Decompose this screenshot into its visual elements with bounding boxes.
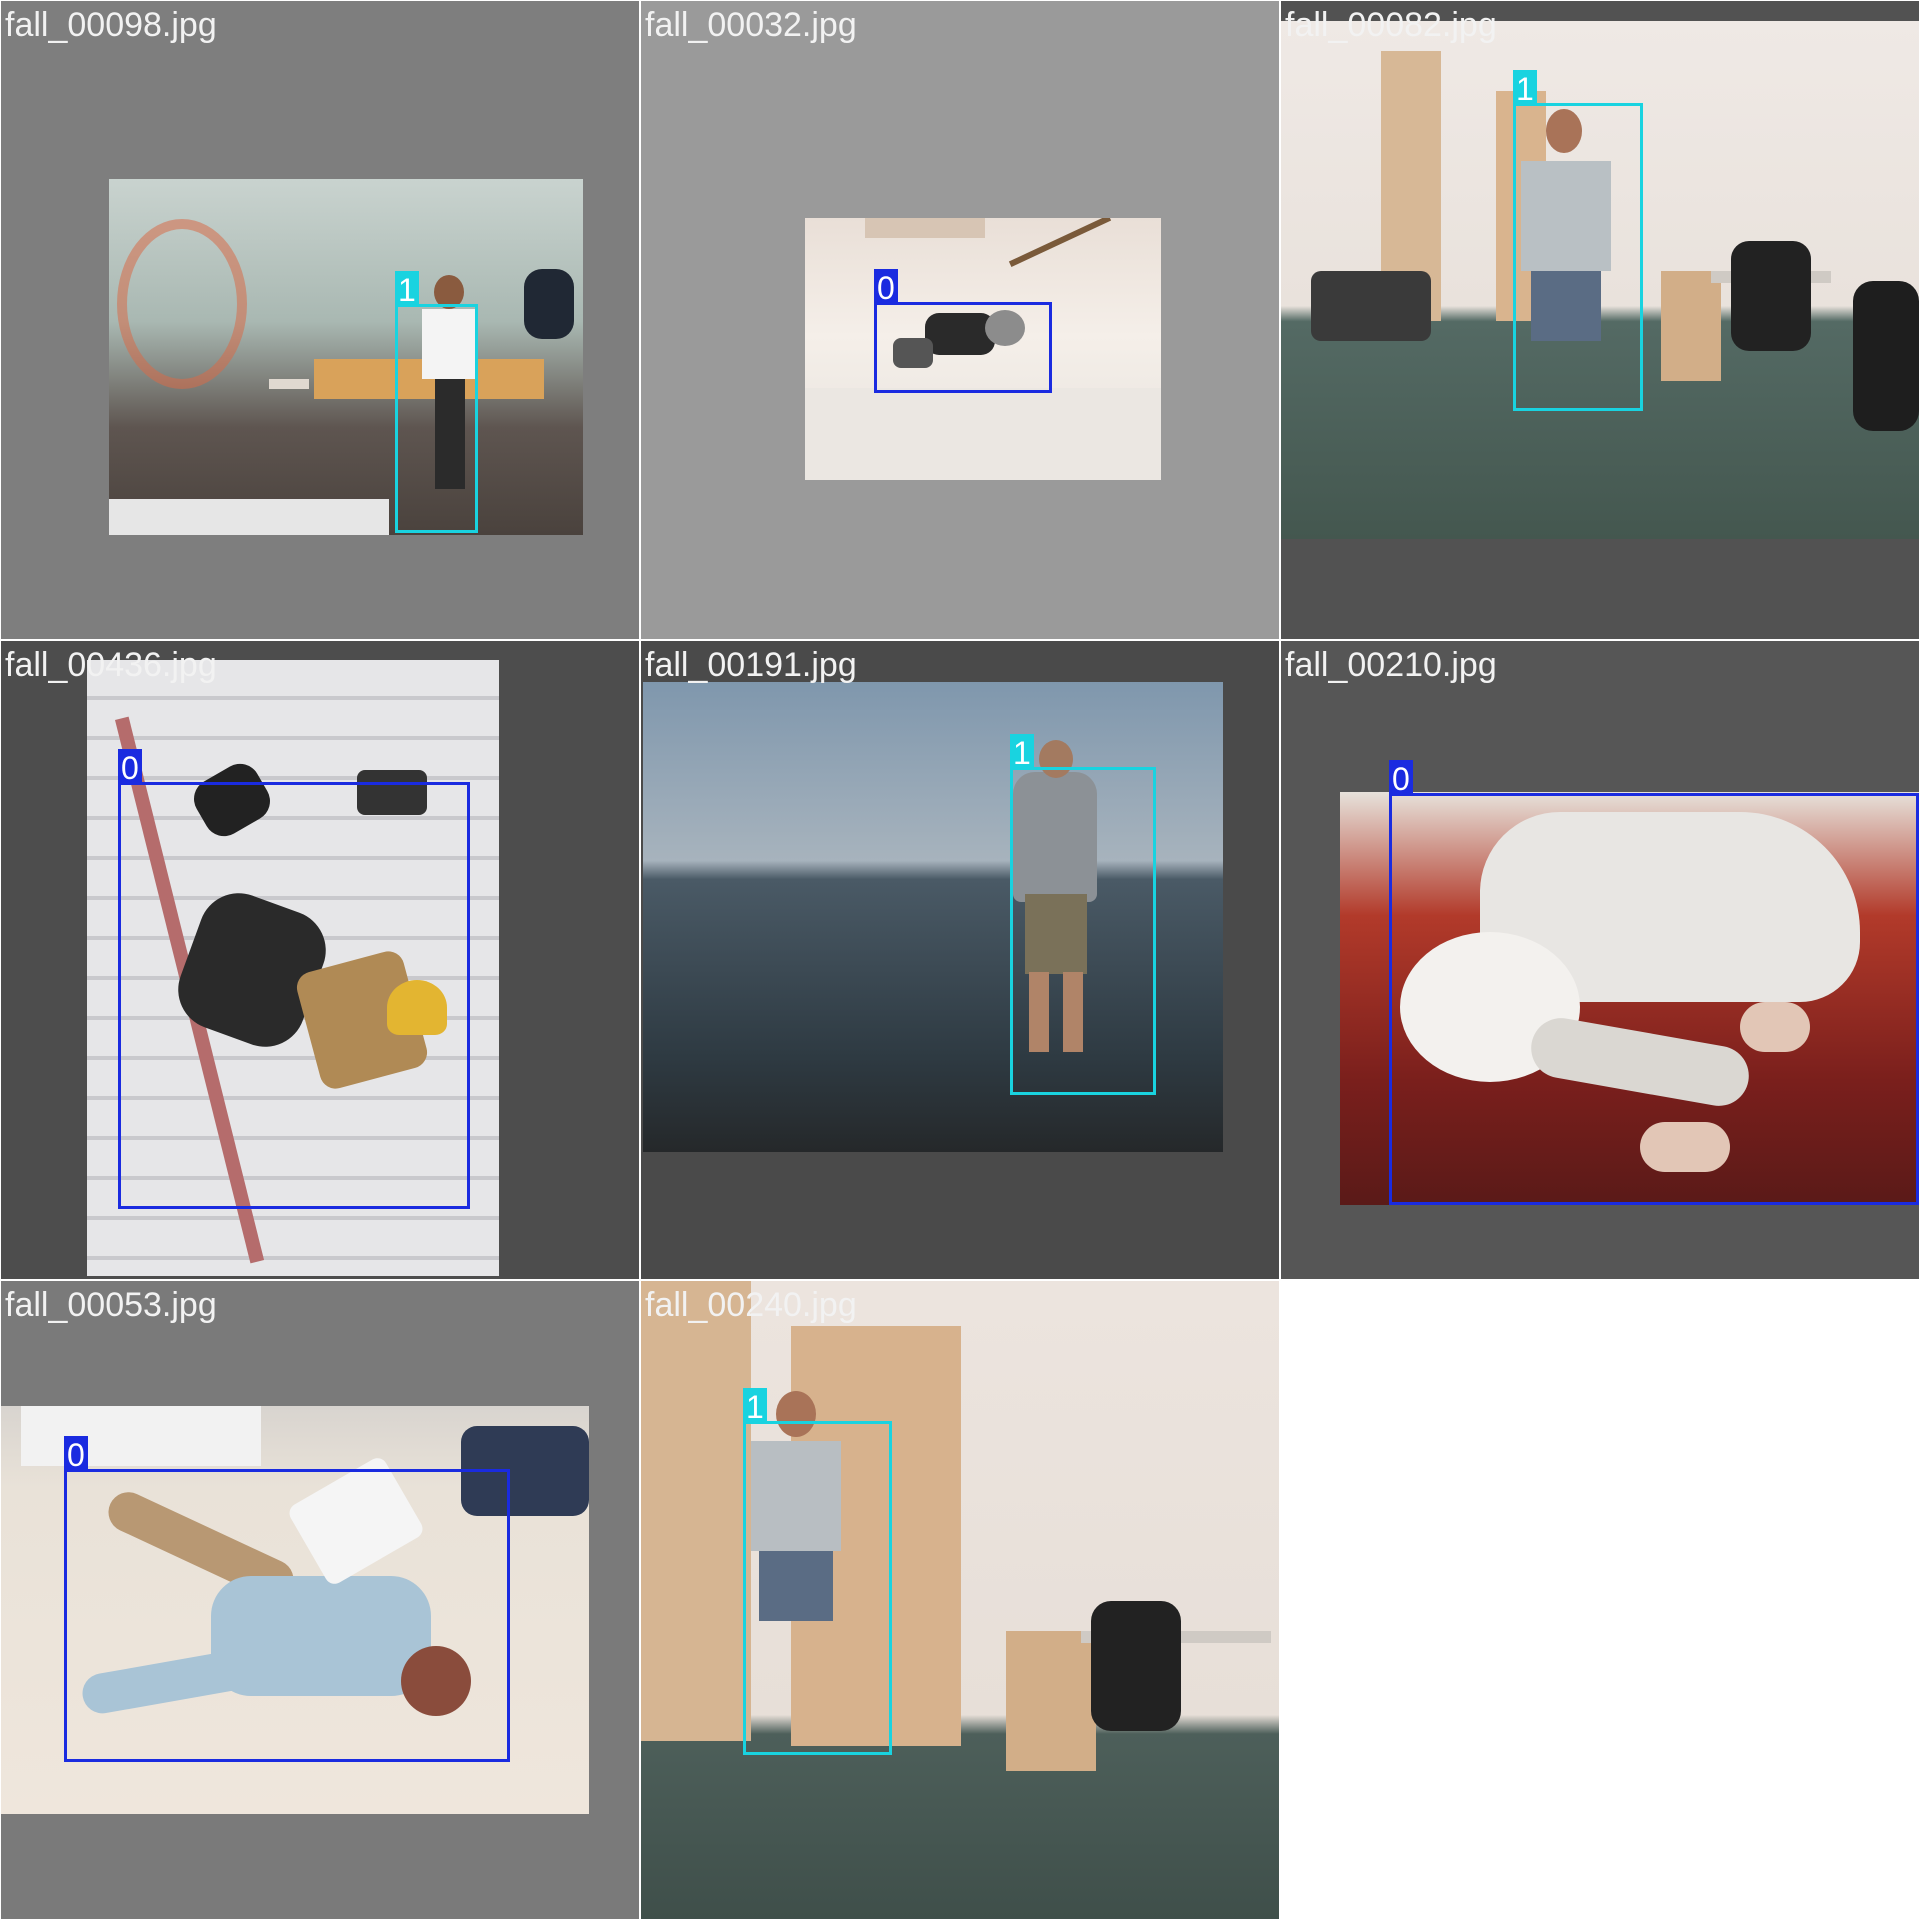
- mosaic-tile: 0 fall_00210.jpg: [1281, 641, 1919, 1279]
- class-label: 1: [1010, 734, 1034, 771]
- class-label: 1: [395, 271, 419, 308]
- detection-box-fallen: 0: [64, 1436, 510, 1762]
- empty-tile: [1281, 1281, 1919, 1919]
- detection-box-standing: 1: [1010, 734, 1156, 1095]
- tile-filename: fall_00053.jpg: [5, 1286, 217, 1324]
- mosaic-tile: 0 fall_00436.jpg: [1, 641, 639, 1279]
- mosaic-tile: 1 fall_00191.jpg: [641, 641, 1279, 1279]
- tile-filename: fall_00191.jpg: [645, 646, 857, 684]
- class-label: 1: [1513, 70, 1537, 107]
- tile-filename: fall_00210.jpg: [1285, 646, 1497, 684]
- class-label: 1: [743, 1388, 767, 1425]
- photo-office-doorway: [641, 1281, 1279, 1919]
- tile-filename: fall_00032.jpg: [645, 6, 857, 44]
- detection-box-standing: 1: [1513, 70, 1643, 411]
- tile-filename: fall_00082.jpg: [1285, 6, 1497, 44]
- mosaic-tile: 1 fall_00240.jpg: [641, 1281, 1279, 1919]
- class-label: 0: [1389, 760, 1413, 797]
- photo-office-lobby: [109, 179, 583, 535]
- mosaic-tile: 0 fall_00032.jpg: [641, 1, 1279, 639]
- detection-box-standing: 1: [743, 1388, 892, 1755]
- class-label: 0: [874, 269, 898, 306]
- class-label: 0: [118, 749, 142, 786]
- image-mosaic: 1 fall_00098.jpg 0 fall_00032.jpg 1 fall…: [0, 0, 1920, 1920]
- tile-filename: fall_00098.jpg: [5, 6, 217, 44]
- detection-box-standing: 1: [395, 271, 478, 533]
- mosaic-tile: 1 fall_00098.jpg: [1, 1, 639, 639]
- mosaic-tile: 1 fall_00082.jpg: [1281, 1, 1919, 639]
- tile-filename: fall_00436.jpg: [5, 646, 217, 684]
- detection-box-fallen: 0: [874, 269, 1052, 393]
- detection-box-fallen: 0: [118, 749, 470, 1209]
- class-label: 0: [64, 1436, 88, 1473]
- tile-filename: fall_00240.jpg: [645, 1286, 857, 1324]
- mosaic-tile: 0 fall_00053.jpg: [1, 1281, 639, 1919]
- detection-box-fallen: 0: [1389, 760, 1919, 1205]
